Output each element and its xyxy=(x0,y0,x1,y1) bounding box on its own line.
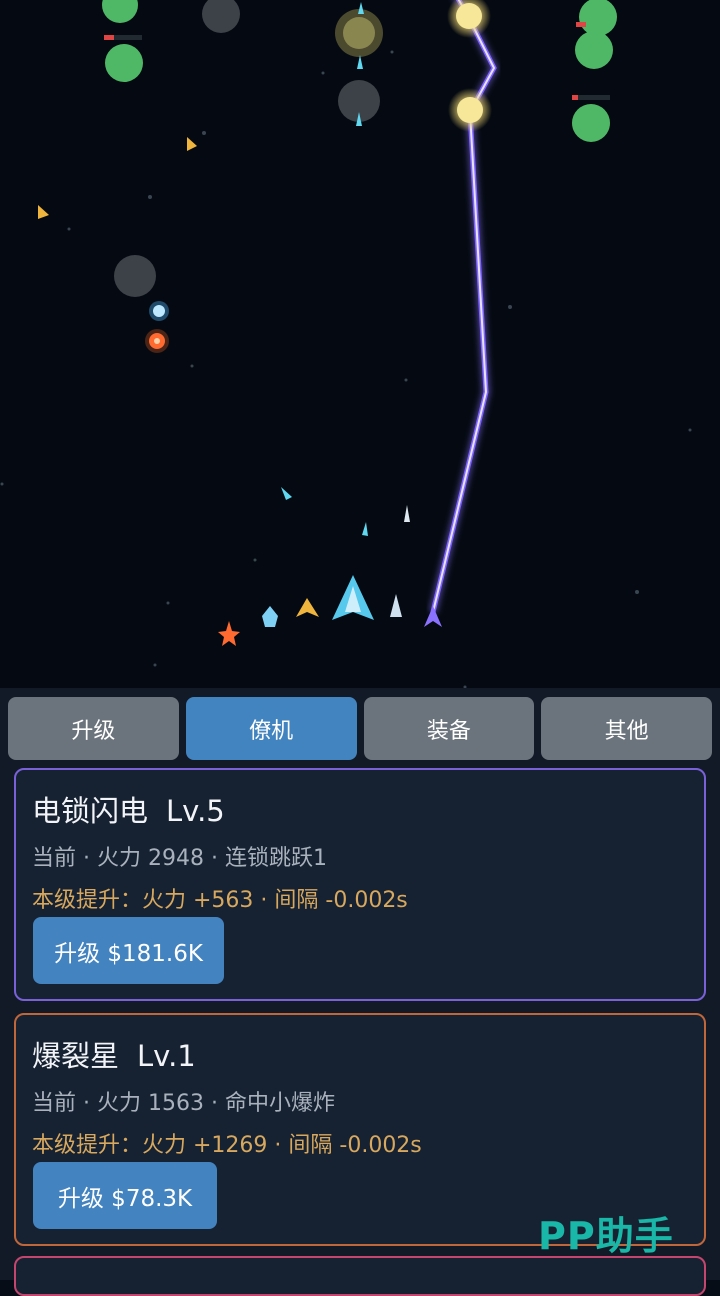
enemy-charged[interactable] xyxy=(335,9,383,57)
enemy-green-2[interactable] xyxy=(104,35,143,82)
tab-bar: 升级 僚机 装备 其他 xyxy=(8,697,712,760)
chain-lightning xyxy=(428,0,500,614)
wingman-crystal xyxy=(262,606,278,627)
player-ship[interactable] xyxy=(332,575,374,620)
card-level: Lv.5 xyxy=(166,794,225,828)
upgrade-button[interactable]: 升级 $78.3K xyxy=(33,1162,217,1229)
card-upgrade-gain: 本级提升：火力 +1269 · 间隔 -0.002s xyxy=(32,1133,422,1158)
enemy-green-4[interactable] xyxy=(572,95,610,142)
player-bullets xyxy=(281,2,410,536)
watermark-logo: PP助手 xyxy=(538,1214,674,1258)
orb-blue xyxy=(149,301,169,321)
enemy-green-1[interactable] xyxy=(102,0,138,23)
wingman-dart xyxy=(390,594,402,617)
wingman-burst-star xyxy=(218,621,240,646)
card-current-stats: 当前 · 火力 1563 · 命中小爆炸 xyxy=(32,1091,335,1116)
game-canvas xyxy=(0,0,692,688)
wingman-arrow xyxy=(296,598,319,617)
card-name: 电锁闪电 xyxy=(32,794,149,828)
tab-wingman[interactable]: 僚机 xyxy=(185,697,357,760)
card-title: 电锁闪电 Lv.5 xyxy=(32,788,225,830)
card-title: 爆裂星 Lv.1 xyxy=(32,1033,196,1075)
upgrade-panel: 升级 僚机 装备 其他 电锁闪电 Lv.5 当前 · 火力 2948 · 连锁跳跃… xyxy=(0,688,720,1296)
card-upgrade-gain: 本级提升：火力 +563 · 间隔 -0.002s xyxy=(32,888,408,913)
card-level: Lv.1 xyxy=(137,1039,196,1073)
enemy-green-3[interactable] xyxy=(575,0,617,69)
upgrade-button[interactable]: 升级 $181.6K xyxy=(33,917,224,984)
wingman-lightning xyxy=(424,606,442,627)
game-field[interactable] xyxy=(0,0,720,688)
tab-equipment[interactable]: 装备 xyxy=(363,697,535,760)
card-current-stats: 当前 · 火力 2948 · 连锁跳跃1 xyxy=(32,846,327,871)
card-name: 爆裂星 xyxy=(32,1039,120,1073)
orb-orange xyxy=(145,329,169,353)
enemy-bullets xyxy=(38,137,197,219)
wingman-card-partial xyxy=(14,1256,706,1296)
wingman-card-chain-lightning: 电锁闪电 Lv.5 当前 · 火力 2948 · 连锁跳跃1 本级提升：火力 +5… xyxy=(14,768,706,1001)
tab-other[interactable]: 其他 xyxy=(541,697,712,760)
tab-upgrade[interactable]: 升级 xyxy=(8,697,179,760)
